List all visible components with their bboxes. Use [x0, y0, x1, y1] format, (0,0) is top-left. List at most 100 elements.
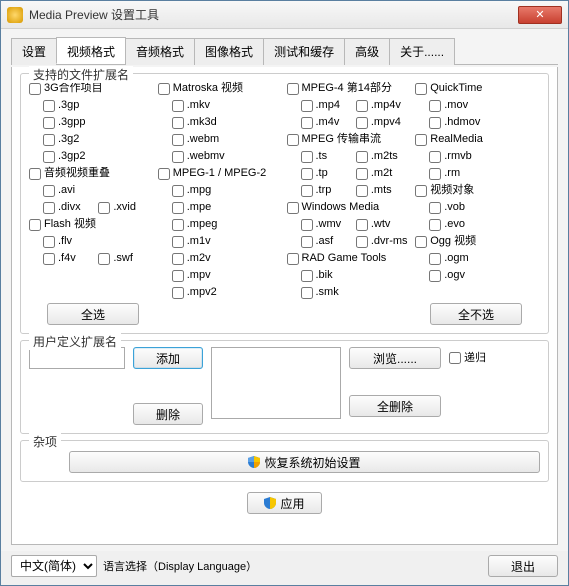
ext-checkbox[interactable]: .3gpp	[43, 114, 98, 131]
ext-checkbox[interactable]: .m4v	[301, 114, 356, 131]
apply-label: 应用	[280, 495, 304, 512]
extensions-columns: 3G合作项目.3gp.3gpp.3g2.3gp2音频视频重叠.avi.divx.…	[29, 80, 540, 301]
ext-checkbox[interactable]: .mp4	[301, 97, 356, 114]
ext-checkbox[interactable]: .mpv2	[172, 284, 227, 301]
ext-group-head[interactable]: MPEG-4 第14部分	[287, 80, 412, 97]
ext-checkbox[interactable]: .evo	[429, 216, 484, 233]
browse-button[interactable]: 浏览......	[349, 347, 441, 369]
restore-defaults-button[interactable]: 恢复系统初始设置	[69, 451, 540, 473]
tab-strip: 设置视频格式音频格式图像格式测试和缓存高级关于......	[11, 37, 558, 65]
user-ext-input[interactable]	[29, 347, 125, 369]
ext-checkbox[interactable]: .hdmov	[429, 114, 484, 131]
ext-checkbox[interactable]: .webm	[172, 131, 227, 148]
ext-checkbox[interactable]: .ogv	[429, 267, 484, 284]
ext-checkbox[interactable]: .mpg	[172, 182, 227, 199]
ext-col-2: MPEG-4 第14部分.mp4.mp4v.m4v.mpv4MPEG 传输串流.…	[287, 80, 412, 301]
ext-checkbox[interactable]: .mpe	[172, 199, 227, 216]
ext-checkbox[interactable]: .m2ts	[356, 148, 411, 165]
ext-checkbox[interactable]: .rmvb	[429, 148, 484, 165]
ext-checkbox[interactable]: .3gp	[43, 97, 98, 114]
ext-checkbox[interactable]: .m2v	[172, 250, 227, 267]
ext-checkbox[interactable]: .wtv	[356, 216, 411, 233]
app-window: Media Preview 设置工具 ✕ 设置视频格式音频格式图像格式测试和缓存…	[0, 0, 569, 586]
ext-checkbox[interactable]: .flv	[43, 233, 98, 250]
group-title-user: 用户定义扩展名	[29, 333, 121, 350]
ext-checkbox[interactable]: .ts	[301, 148, 356, 165]
language-select[interactable]: 中文(简体)	[11, 555, 97, 577]
ext-group-head[interactable]: MPEG 传输串流	[287, 131, 412, 148]
window-title: Media Preview 设置工具	[29, 6, 518, 23]
app-icon	[7, 7, 23, 23]
ext-checkbox[interactable]: .avi	[43, 182, 98, 199]
user-ext-list[interactable]	[211, 347, 341, 419]
ext-checkbox[interactable]: .trp	[301, 182, 356, 199]
ext-checkbox[interactable]: .vob	[429, 199, 484, 216]
ext-group-head[interactable]: RealMedia	[415, 131, 540, 148]
ext-checkbox[interactable]: .3g2	[43, 131, 98, 148]
delete-button[interactable]: 删除	[133, 403, 203, 425]
close-button[interactable]: ✕	[518, 6, 562, 24]
group-title-misc: 杂项	[29, 433, 61, 450]
ext-checkbox[interactable]: .m1v	[172, 233, 227, 250]
select-all-button[interactable]: 全选	[47, 303, 139, 325]
tab-5[interactable]: 高级	[344, 38, 390, 65]
group-misc: 杂项 恢复系统初始设置	[20, 440, 549, 482]
ext-checkbox[interactable]: .asf	[301, 233, 356, 250]
ext-checkbox[interactable]: .mpv4	[356, 114, 411, 131]
ext-checkbox[interactable]: .xvid	[98, 199, 153, 216]
add-button[interactable]: 添加	[133, 347, 203, 369]
tab-0[interactable]: 设置	[11, 38, 57, 65]
content-area: 设置视频格式音频格式图像格式测试和缓存高级关于...... 支持的文件扩展名 3…	[1, 29, 568, 551]
ext-checkbox[interactable]: .mkv	[172, 97, 227, 114]
apply-button[interactable]: 应用	[247, 492, 321, 514]
ext-checkbox[interactable]: .mpv	[172, 267, 227, 284]
ext-checkbox[interactable]: .mov	[429, 97, 484, 114]
ext-col-0: 3G合作项目.3gp.3gpp.3g2.3gp2音频视频重叠.avi.divx.…	[29, 80, 154, 301]
ext-checkbox[interactable]: .f4v	[43, 250, 98, 267]
ext-checkbox[interactable]: .mpeg	[172, 216, 227, 233]
tab-3[interactable]: 图像格式	[194, 38, 264, 65]
ext-checkbox[interactable]: .wmv	[301, 216, 356, 233]
ext-checkbox[interactable]: .mp4v	[356, 97, 411, 114]
footer: 中文(简体) 语言选择（Display Language） 退出	[1, 551, 568, 585]
ext-checkbox[interactable]: .3gp2	[43, 148, 98, 165]
ext-checkbox[interactable]: .mts	[356, 182, 411, 199]
ext-group-head[interactable]: Windows Media	[287, 199, 412, 216]
ext-checkbox[interactable]: .dvr-ms	[356, 233, 411, 250]
tab-2[interactable]: 音频格式	[125, 38, 195, 65]
ext-group-head[interactable]: 视频对象	[415, 182, 540, 199]
ext-group-head[interactable]: Matroska 视频	[158, 80, 283, 97]
ext-checkbox[interactable]: .divx	[43, 199, 98, 216]
language-label: 语言选择（Display Language）	[103, 558, 257, 574]
exit-button[interactable]: 退出	[488, 555, 558, 577]
ext-checkbox[interactable]: .rm	[429, 165, 484, 182]
ext-group-head[interactable]: RAD Game Tools	[287, 250, 412, 267]
ext-checkbox[interactable]: .ogm	[429, 250, 484, 267]
group-supported-extensions: 支持的文件扩展名 3G合作项目.3gp.3gpp.3g2.3gp2音频视频重叠.…	[20, 73, 549, 334]
recurse-checkbox[interactable]: 递归	[449, 350, 486, 367]
ext-checkbox[interactable]: .webmv	[172, 148, 227, 165]
ext-checkbox[interactable]: .mk3d	[172, 114, 227, 131]
ext-group-head[interactable]: QuickTime	[415, 80, 540, 97]
ext-checkbox[interactable]: .swf	[98, 250, 153, 267]
ext-col-1: Matroska 视频.mkv.mk3d.webm.webmvMPEG-1 / …	[158, 80, 283, 301]
tab-1[interactable]: 视频格式	[56, 37, 126, 64]
select-none-button[interactable]: 全不选	[430, 303, 522, 325]
ext-group-head[interactable]: 音频视频重叠	[29, 165, 154, 182]
shield-icon	[264, 497, 276, 509]
delete-all-button[interactable]: 全删除	[349, 395, 441, 417]
ext-group-head[interactable]: Flash 视频	[29, 216, 154, 233]
group-title-ext: 支持的文件扩展名	[29, 66, 133, 83]
restore-label: 恢复系统初始设置	[264, 454, 360, 471]
ext-checkbox[interactable]: .smk	[301, 284, 356, 301]
tab-body: 支持的文件扩展名 3G合作项目.3gp.3gpp.3g2.3gp2音频视频重叠.…	[11, 67, 558, 545]
ext-checkbox[interactable]: .tp	[301, 165, 356, 182]
shield-icon	[248, 456, 260, 468]
ext-checkbox[interactable]: .bik	[301, 267, 356, 284]
ext-col-3: QuickTime.mov.hdmovRealMedia.rmvb.rm视频对象…	[415, 80, 540, 301]
tab-6[interactable]: 关于......	[389, 38, 455, 65]
ext-group-head[interactable]: MPEG-1 / MPEG-2	[158, 165, 283, 182]
tab-4[interactable]: 测试和缓存	[263, 38, 345, 65]
ext-group-head[interactable]: Ogg 视频	[415, 233, 540, 250]
ext-checkbox[interactable]: .m2t	[356, 165, 411, 182]
